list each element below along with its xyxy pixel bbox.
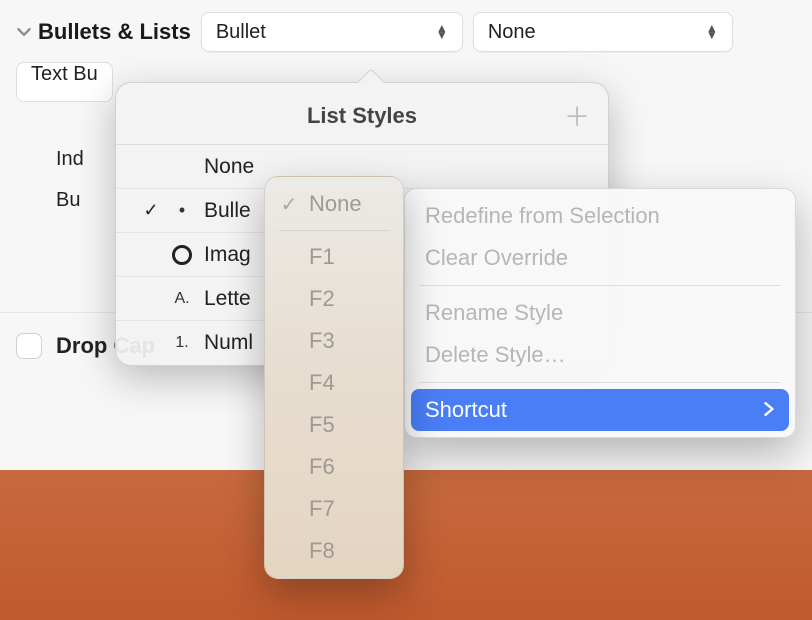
- shortcut-f8[interactable]: F8: [271, 530, 397, 572]
- menu-label: Shortcut: [425, 397, 507, 423]
- text-bullet-label: Text Bu: [31, 63, 98, 85]
- menu-label: Delete Style…: [425, 342, 566, 368]
- shortcut-label: F1: [309, 244, 335, 270]
- shortcut-none[interactable]: ✓ None: [271, 183, 397, 225]
- shortcut-label: None: [309, 191, 362, 217]
- shortcut-f1[interactable]: F1: [271, 236, 397, 278]
- shortcut-label: F8: [309, 538, 335, 564]
- shortcut-label: F3: [309, 328, 335, 354]
- shortcut-label: F2: [309, 286, 335, 312]
- menu-delete-style[interactable]: Delete Style…: [411, 334, 789, 376]
- list-style-label: None: [204, 155, 254, 179]
- popover-pointer: [356, 69, 384, 83]
- letter-marker-icon: A.: [170, 290, 194, 308]
- menu-separator: [419, 382, 781, 383]
- menu-shortcut[interactable]: Shortcut: [411, 389, 789, 431]
- list-style-select[interactable]: None ▲▼: [473, 12, 733, 52]
- menu-rename-style[interactable]: Rename Style: [411, 292, 789, 334]
- menu-label: Rename Style: [425, 300, 563, 326]
- section-bullets-lists[interactable]: Bullets & Lists: [16, 19, 191, 45]
- popover-title: List Styles: [160, 103, 564, 129]
- number-marker-icon: 1.: [170, 334, 194, 352]
- shortcut-f6[interactable]: F6: [271, 446, 397, 488]
- menu-separator: [419, 285, 781, 286]
- shortcut-f2[interactable]: F2: [271, 278, 397, 320]
- list-style-value: None: [488, 21, 536, 44]
- text-bullet-tag[interactable]: Text Bu: [16, 62, 113, 102]
- bullet-type-select[interactable]: Bullet ▲▼: [201, 12, 463, 52]
- shortcut-label: F7: [309, 496, 335, 522]
- list-style-label: Imag: [204, 243, 251, 267]
- updown-icon: ▲▼: [706, 25, 718, 39]
- dropcap-checkbox[interactable]: [16, 333, 42, 359]
- bullet-dot-icon: •: [170, 200, 194, 221]
- shortcut-submenu: ✓ None F1 F2 F3 F4 F5 F6 F7 F8: [264, 176, 404, 579]
- add-list-style-button[interactable]: ＋: [564, 97, 590, 134]
- list-style-label: Lette: [204, 287, 251, 311]
- bullet-type-value: Bullet: [216, 21, 266, 44]
- section-title: Bullets & Lists: [38, 19, 191, 45]
- shortcut-label: F4: [309, 370, 335, 396]
- image-marker-icon: [170, 245, 194, 265]
- menu-label: Clear Override: [425, 245, 568, 271]
- menu-label: Redefine from Selection: [425, 203, 660, 229]
- shortcut-f4[interactable]: F4: [271, 362, 397, 404]
- chevron-down-icon: [16, 24, 32, 40]
- list-style-label: Bulle: [204, 199, 251, 223]
- style-context-menu: Redefine from Selection Clear Override R…: [404, 188, 796, 438]
- shortcut-f7[interactable]: F7: [271, 488, 397, 530]
- menu-separator: [279, 230, 389, 231]
- chevron-right-icon: [763, 400, 775, 421]
- shortcut-f3[interactable]: F3: [271, 320, 397, 362]
- list-style-label: Numl: [204, 331, 253, 355]
- menu-clear-override[interactable]: Clear Override: [411, 237, 789, 279]
- shortcut-label: F6: [309, 454, 335, 480]
- check-icon: ✓: [279, 192, 299, 217]
- updown-icon: ▲▼: [436, 25, 448, 39]
- desktop-background: [0, 470, 812, 620]
- menu-redefine[interactable]: Redefine from Selection: [411, 195, 789, 237]
- shortcut-label: F5: [309, 412, 335, 438]
- check-icon: ✓: [142, 200, 160, 221]
- shortcut-f5[interactable]: F5: [271, 404, 397, 446]
